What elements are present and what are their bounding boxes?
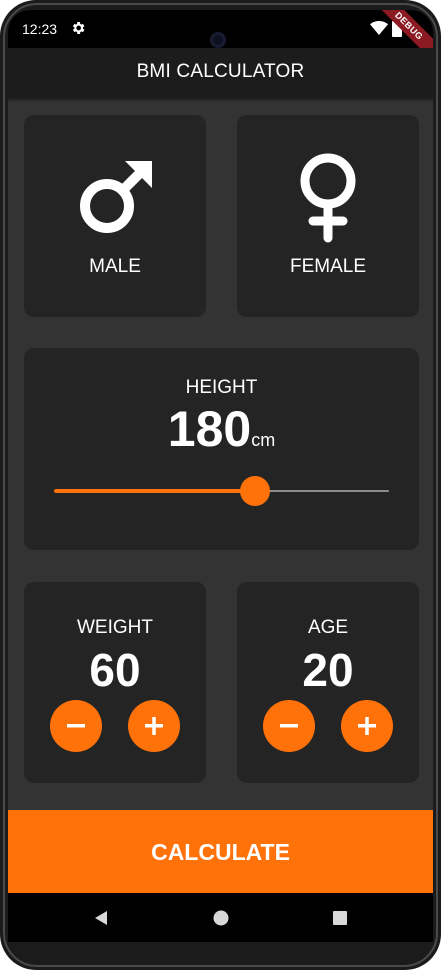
minus-icon	[67, 724, 85, 728]
female-symbol-icon	[300, 153, 356, 243]
weight-label: WEIGHT	[77, 617, 153, 638]
recents-icon[interactable]	[332, 910, 348, 926]
app-bar: BMI CALCULATOR	[8, 48, 433, 98]
weight-value: 60	[89, 644, 141, 696]
age-card: AGE 20	[237, 582, 419, 783]
weight-decrement-button[interactable]	[50, 700, 102, 752]
wifi-icon	[370, 21, 388, 35]
status-bar: 12:23 DEBUG	[8, 10, 433, 68]
weight-card: WEIGHT 60	[24, 582, 206, 783]
gear-icon	[72, 22, 85, 34]
age-decrement-button[interactable]	[263, 700, 315, 752]
plus-icon	[358, 717, 376, 735]
system-nav-bar	[8, 893, 433, 942]
age-value: 20	[302, 644, 354, 696]
age-increment-button[interactable]	[341, 700, 393, 752]
calculate-button[interactable]: CALCULATE	[8, 810, 433, 893]
female-card[interactable]: FEMALE	[237, 115, 419, 317]
male-label: MALE	[89, 256, 141, 277]
height-value: 180	[167, 401, 252, 457]
home-icon[interactable]	[213, 910, 229, 926]
female-label: FEMALE	[289, 256, 367, 277]
height-slider-inactive-track	[255, 490, 389, 492]
height-slider[interactable]	[54, 476, 389, 506]
plus-icon	[145, 717, 163, 735]
height-slider-thumb[interactable]	[240, 476, 270, 506]
minus-icon	[280, 724, 298, 728]
status-time: 12:23	[22, 21, 58, 37]
height-card: HEIGHT 180cm	[24, 348, 419, 550]
height-unit: cm	[251, 430, 276, 450]
height-value-row: 180cm	[24, 400, 419, 458]
age-label: AGE	[307, 617, 349, 638]
male-card[interactable]: MALE	[24, 115, 206, 317]
page-title: BMI CALCULATOR	[136, 61, 305, 82]
front-camera	[210, 32, 226, 48]
male-symbol-icon	[80, 161, 152, 233]
phone-frame: 12:23 DEBUG BMI CALCULATOR MALE FEMALE H…	[0, 0, 441, 970]
weight-increment-button[interactable]	[128, 700, 180, 752]
height-slider-active-track	[54, 489, 255, 493]
back-icon[interactable]	[93, 910, 109, 926]
height-label: HEIGHT	[185, 377, 258, 398]
app-screen: 12:23 DEBUG BMI CALCULATOR MALE FEMALE H…	[8, 10, 433, 942]
calculate-label: CALCULATE	[151, 839, 290, 865]
